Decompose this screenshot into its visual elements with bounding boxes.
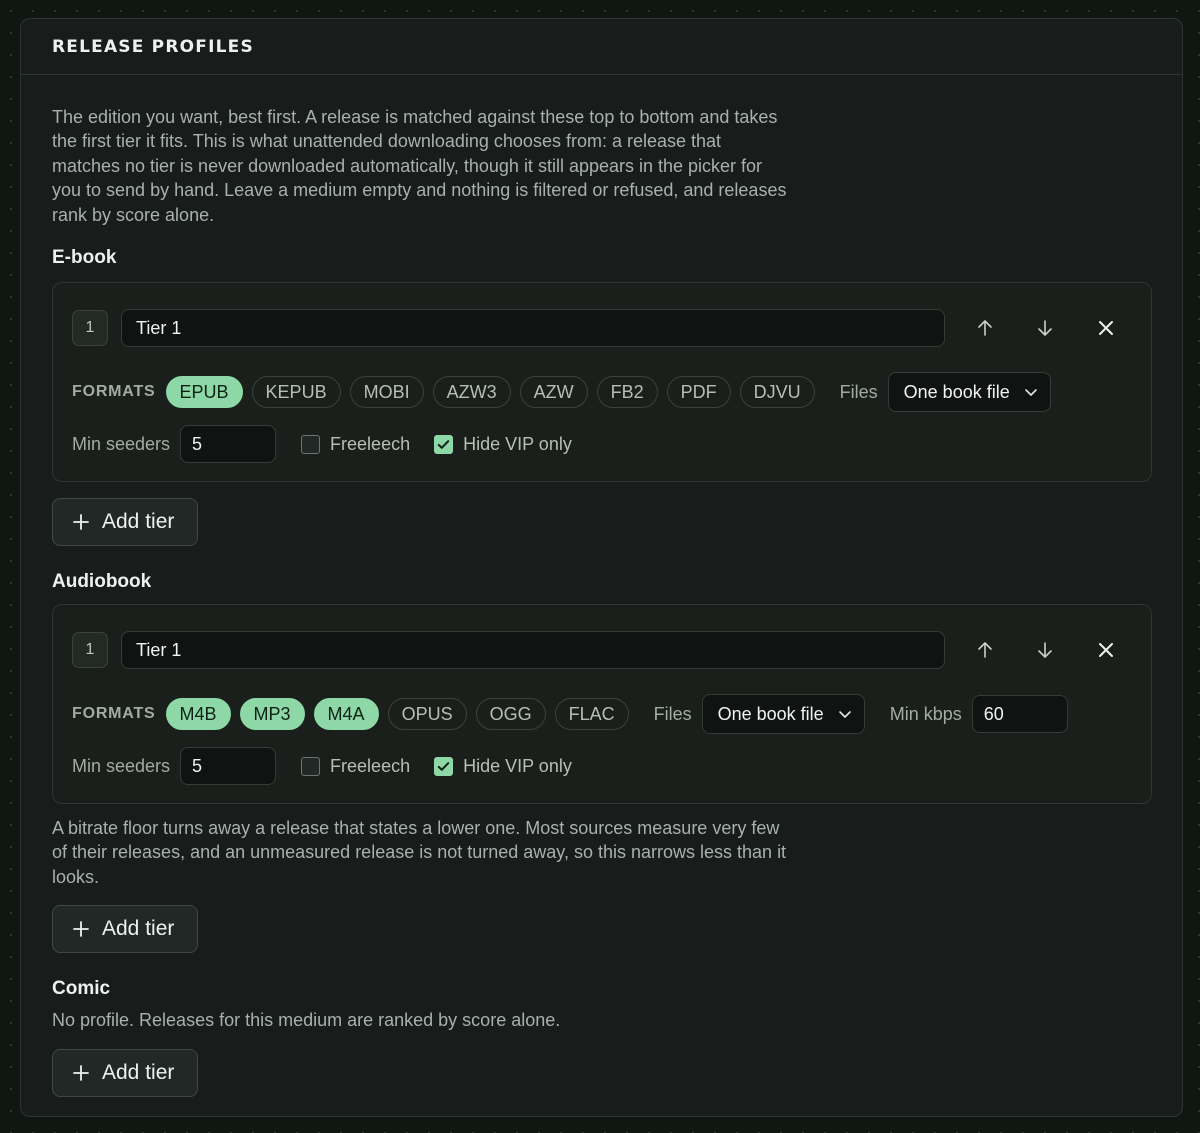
freeleech-checkbox[interactable]: Freeleech (301, 756, 410, 777)
plus-icon (73, 1064, 89, 1081)
arrow-up-icon (978, 642, 992, 658)
audiobook-tier-card: 1 Tier 1 FORMATS M4B MP3 M4A OPUS OGG FLAC Fi… (52, 604, 1152, 805)
min-seeders-label: Min seeders (72, 755, 171, 776)
remove-tier-button[interactable] (1089, 633, 1123, 667)
section-label-audiobook: Audiobook (52, 571, 152, 593)
freeleech-label: Freeleech (330, 433, 411, 454)
remove-tier-button[interactable] (1089, 311, 1123, 345)
min-seeders-input[interactable]: 5 (180, 425, 277, 464)
formats-row: FORMATS M4B MP3 M4A OPUS OGG FLAC Files One b… (72, 694, 1132, 735)
close-icon (1099, 643, 1113, 658)
hide-vip-label: Hide VIP only (463, 433, 572, 454)
format-chip-fb2[interactable]: FB2 (596, 376, 658, 409)
move-down-button[interactable] (1028, 633, 1062, 667)
format-chip-epub[interactable]: EPUB (165, 376, 243, 409)
panel-title: RELEASE PROFILES (52, 36, 254, 57)
checkbox-box (301, 434, 321, 454)
format-chip-azw3[interactable]: AZW3 (432, 376, 511, 409)
format-chip-group: M4B MP3 M4A OPUS OGG FLAC (165, 698, 638, 731)
plus-icon (73, 921, 89, 938)
hide-vip-label: Hide VIP only (463, 755, 572, 776)
min-seeders-input[interactable]: 5 (180, 747, 277, 786)
formats-label: FORMATS (72, 705, 156, 723)
min-kbps-label: Min kbps (889, 703, 962, 724)
files-select[interactable]: One book file (887, 372, 1051, 413)
format-chip-mp3[interactable]: MP3 (239, 698, 305, 731)
chevron-down-icon (1024, 389, 1037, 396)
tier-number-badge: 1 (72, 632, 108, 669)
move-up-button[interactable] (968, 311, 1002, 345)
files-label: Files (839, 381, 878, 402)
arrow-up-icon (978, 320, 992, 336)
intro-text: The edition you want, best first. A rele… (52, 107, 787, 225)
format-chip-mobi[interactable]: MOBI (349, 376, 424, 409)
panel-header: RELEASE PROFILES (21, 19, 1182, 75)
files-select[interactable]: One book file (701, 694, 865, 735)
min-kbps-input[interactable]: 60 (971, 695, 1068, 734)
add-tier-label: Add tier (102, 1060, 175, 1084)
add-tier-button-ebook[interactable]: Add tier (52, 498, 198, 547)
options-row: Min seeders 5 Freeleech Hide VIP only (72, 425, 1132, 464)
move-down-button[interactable] (1028, 311, 1062, 345)
format-chip-m4a[interactable]: M4A (313, 698, 379, 731)
format-chip-djvu[interactable]: DJVU (739, 376, 815, 409)
chevron-down-icon (838, 711, 851, 718)
comic-empty-text: No profile. Releases for this medium are… (52, 1010, 561, 1031)
bitrate-note: A bitrate floor turns away a release tha… (52, 818, 787, 887)
hide-vip-checkbox[interactable]: Hide VIP only (434, 434, 572, 455)
tier-header-row: 1 Tier 1 (72, 309, 1132, 348)
format-chip-group: EPUB KEPUB MOBI AZW3 AZW FB2 PDF DJVU (165, 376, 824, 409)
files-select-value: One book file (717, 703, 824, 724)
move-up-button[interactable] (968, 633, 1002, 667)
format-chip-flac[interactable]: FLAC (554, 698, 629, 731)
format-chip-kepub[interactable]: KEPUB (251, 376, 341, 409)
checkbox-box-checked (434, 434, 454, 454)
checkbox-box-checked (434, 756, 454, 776)
ebook-tier-card: 1 Tier 1 FORMATS EPUB KEPUB MOBI AZW3 AZW FB2… (52, 282, 1152, 483)
section-label-ebook: E-book (52, 247, 117, 269)
files-select-value: One book file (903, 381, 1010, 402)
tier-name-input[interactable]: Tier 1 (121, 631, 945, 670)
freeleech-label: Freeleech (330, 755, 411, 776)
formats-label: FORMATS (72, 383, 156, 401)
freeleech-checkbox[interactable]: Freeleech (301, 434, 410, 455)
options-row: Min seeders 5 Freeleech Hide VIP only (72, 747, 1132, 786)
format-chip-pdf[interactable]: PDF (666, 376, 731, 409)
format-chip-opus[interactable]: OPUS (387, 698, 467, 731)
check-icon (437, 761, 450, 771)
panel-body: The edition you want, best first. A rele… (21, 75, 1182, 1097)
release-profiles-panel: RELEASE PROFILES The edition you want, b… (20, 18, 1183, 1117)
arrow-down-icon (1038, 642, 1052, 658)
hide-vip-checkbox[interactable]: Hide VIP only (434, 756, 572, 777)
format-chip-ogg[interactable]: OGG (475, 698, 546, 731)
plus-icon (73, 514, 89, 530)
format-chip-azw[interactable]: AZW (519, 376, 588, 409)
format-chip-m4b[interactable]: M4B (165, 698, 231, 731)
tier-name-input[interactable]: Tier 1 (121, 309, 945, 348)
add-tier-button-comic[interactable]: Add tier (52, 1048, 198, 1097)
close-icon (1099, 321, 1113, 336)
tier-number-badge: 1 (72, 310, 108, 347)
check-icon (437, 439, 450, 449)
tier-header-row: 1 Tier 1 (72, 631, 1132, 670)
add-tier-label: Add tier (102, 917, 175, 941)
checkbox-box (301, 756, 321, 776)
section-label-comic: Comic (52, 978, 111, 1000)
arrow-down-icon (1038, 320, 1052, 336)
add-tier-button-audiobook[interactable]: Add tier (52, 905, 198, 954)
formats-row: FORMATS EPUB KEPUB MOBI AZW3 AZW FB2 PDF DJVU F… (72, 372, 1132, 413)
add-tier-label: Add tier (102, 510, 175, 534)
files-label: Files (653, 703, 692, 724)
min-seeders-label: Min seeders (72, 433, 171, 454)
